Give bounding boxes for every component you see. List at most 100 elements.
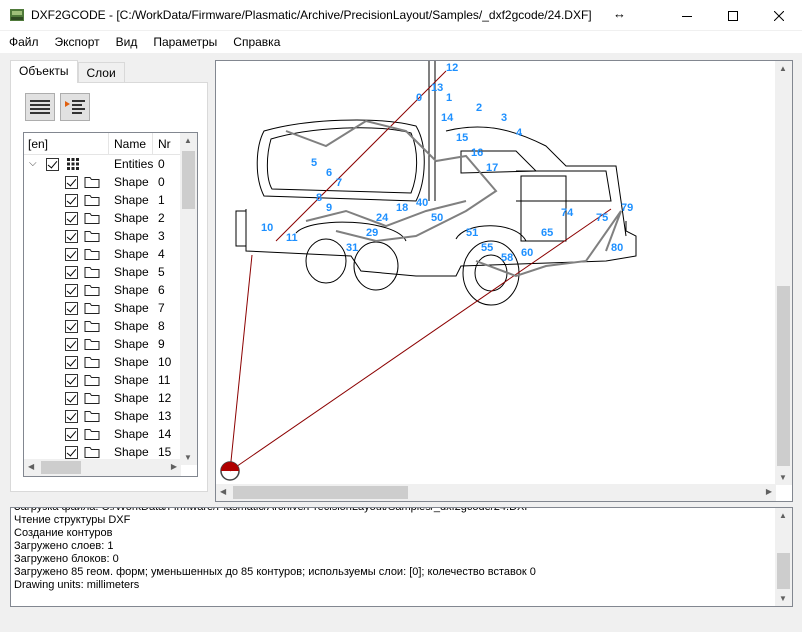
tree-row-shape[interactable]: Shape 11 xyxy=(24,371,181,389)
message-log[interactable]: Загрузка файла: C:/WorkData/Firmware/Pla… xyxy=(10,507,793,607)
shape-checkbox[interactable] xyxy=(65,212,78,225)
shape-number-label: 14 xyxy=(441,112,454,124)
folder-icon xyxy=(84,195,100,206)
shape-checkbox[interactable] xyxy=(65,374,78,387)
folder-icon xyxy=(84,231,100,242)
scroll-down-icon[interactable]: ▼ xyxy=(779,594,787,603)
canvas-hscroll-thumb[interactable] xyxy=(233,486,408,499)
chevron-down-icon[interactable]: ⌵ xyxy=(29,158,37,169)
shape-number-label: 0 xyxy=(416,92,422,104)
tab-objects[interactable]: Объекты xyxy=(10,60,78,83)
tree-vertical-scrollbar[interactable]: ▲ ▼ xyxy=(180,133,197,465)
folder-icon xyxy=(84,213,100,224)
scroll-left-icon[interactable]: ◀ xyxy=(28,462,34,471)
tree-hscroll-thumb[interactable] xyxy=(41,461,81,474)
folder-icon xyxy=(84,303,100,314)
shape-number-label: 17 xyxy=(486,162,498,174)
tree-row-shape[interactable]: Shape 6 xyxy=(24,281,181,299)
menu-file[interactable]: Файл xyxy=(0,35,47,49)
tree-row-shape[interactable]: Shape 1 xyxy=(24,191,181,209)
scroll-right-icon[interactable]: ▶ xyxy=(766,487,772,496)
tree-row-shape[interactable]: Shape 3 xyxy=(24,227,181,245)
shape-checkbox[interactable] xyxy=(65,230,78,243)
shape-checkbox[interactable] xyxy=(65,266,78,279)
tree-row-shape[interactable]: Shape 10 xyxy=(24,353,181,371)
menu-view[interactable]: Вид xyxy=(108,35,146,49)
shape-name: Shape xyxy=(114,373,149,387)
scroll-right-icon[interactable]: ▶ xyxy=(171,462,177,471)
scroll-up-icon[interactable]: ▲ xyxy=(779,64,787,73)
canvas-vscroll-thumb[interactable] xyxy=(777,286,790,466)
tree-row-shape[interactable]: Shape 7 xyxy=(24,299,181,317)
tree-row-shape[interactable]: Shape 9 xyxy=(24,335,181,353)
log-line: Загружено слоев: 1 xyxy=(14,540,114,552)
expand-all-button[interactable] xyxy=(60,93,90,121)
drawing-canvas[interactable]: 0 1 2 3 4 5 6 7 8 9 10 11 12 13 14 15 16 17 18 24 29 31 40 50 51… xyxy=(215,60,793,502)
shape-number-label: 80 xyxy=(611,242,623,254)
scroll-up-icon[interactable]: ▲ xyxy=(779,511,787,520)
column-header-nr[interactable]: Nr xyxy=(158,137,171,151)
tree-root-nr: 0 xyxy=(158,157,165,171)
tree-row-shape[interactable]: Shape 2 xyxy=(24,209,181,227)
tree-row-shape[interactable]: Shape 4 xyxy=(24,245,181,263)
shape-checkbox[interactable] xyxy=(65,446,78,459)
menu-help[interactable]: Справка xyxy=(225,35,288,49)
shape-checkbox[interactable] xyxy=(65,176,78,189)
tree-row-shape[interactable]: Shape 8 xyxy=(24,317,181,335)
shape-checkbox[interactable] xyxy=(65,248,78,261)
app-icon xyxy=(10,9,24,21)
folder-icon xyxy=(84,321,100,332)
shape-number-label: 5 xyxy=(311,157,317,169)
scroll-up-icon[interactable]: ▲ xyxy=(184,136,192,145)
tree-row-shape[interactable]: Shape 14 xyxy=(24,425,181,443)
collapse-all-button[interactable] xyxy=(25,93,55,121)
shape-checkbox[interactable] xyxy=(65,302,78,315)
log-vertical-scrollbar[interactable]: ▲ ▼ xyxy=(775,508,792,606)
shape-checkbox[interactable] xyxy=(65,284,78,297)
folder-icon xyxy=(84,249,100,260)
scroll-down-icon[interactable]: ▼ xyxy=(184,453,192,462)
tree-header: [en] Name Nr xyxy=(24,133,181,155)
shape-checkbox[interactable] xyxy=(65,410,78,423)
shape-checkbox[interactable] xyxy=(65,428,78,441)
tree-horizontal-scrollbar[interactable]: ◀ ▶ xyxy=(24,459,181,476)
scroll-down-icon[interactable]: ▼ xyxy=(779,473,787,482)
shape-number-label: 7 xyxy=(336,177,342,189)
shape-checkbox[interactable] xyxy=(65,338,78,351)
log-vscroll-thumb[interactable] xyxy=(777,553,790,589)
drawing-view[interactable]: 0 123456789101112131415161718242931405051… xyxy=(216,61,776,485)
tree-row-shape[interactable]: Shape 12 xyxy=(24,389,181,407)
canvas-horizontal-scrollbar[interactable]: ◀ ▶ xyxy=(216,484,776,501)
tree-root-row[interactable]: ⌵ Entities 0 xyxy=(24,155,181,173)
scroll-left-icon[interactable]: ◀ xyxy=(220,487,226,496)
shape-nr: 10 xyxy=(158,355,172,369)
close-button[interactable] xyxy=(756,0,802,31)
shape-number-label: 12 xyxy=(446,62,458,74)
column-header-name[interactable]: Name xyxy=(114,137,146,151)
folder-icon xyxy=(84,393,100,404)
entities-tree[interactable]: [en] Name Nr ⌵ Entities 0 Shape 0 Shape … xyxy=(23,132,198,477)
shape-checkbox[interactable] xyxy=(65,392,78,405)
column-header-enabled[interactable]: [en] xyxy=(28,137,48,151)
minimize-button[interactable] xyxy=(664,0,710,31)
tree-vscroll-thumb[interactable] xyxy=(182,151,195,209)
maximize-button[interactable] xyxy=(710,0,756,31)
shape-nr: 2 xyxy=(158,211,165,225)
tree-row-shape[interactable]: Shape 13 xyxy=(24,407,181,425)
shape-number-label: 4 xyxy=(516,127,523,139)
shape-nr: 8 xyxy=(158,319,165,333)
tree-row-shape[interactable]: Shape 5 xyxy=(24,263,181,281)
shape-checkbox[interactable] xyxy=(65,194,78,207)
menu-parameters[interactable]: Параметры xyxy=(145,35,225,49)
objects-panel: Объекты Слои [en] Name Nr ⌵ Entities 0 S… xyxy=(10,60,208,492)
shape-checkbox[interactable] xyxy=(65,356,78,369)
root-checkbox[interactable] xyxy=(46,158,59,171)
shape-checkbox[interactable] xyxy=(65,320,78,333)
tree-row-shape[interactable]: Shape 0 xyxy=(24,173,181,191)
shape-nr: 3 xyxy=(158,229,165,243)
shape-nr: 12 xyxy=(158,391,172,405)
canvas-vertical-scrollbar[interactable]: ▲ ▼ xyxy=(775,61,792,485)
menu-export[interactable]: Экспорт xyxy=(47,35,108,49)
tab-layers[interactable]: Слои xyxy=(77,62,125,83)
close-icon xyxy=(774,10,784,21)
